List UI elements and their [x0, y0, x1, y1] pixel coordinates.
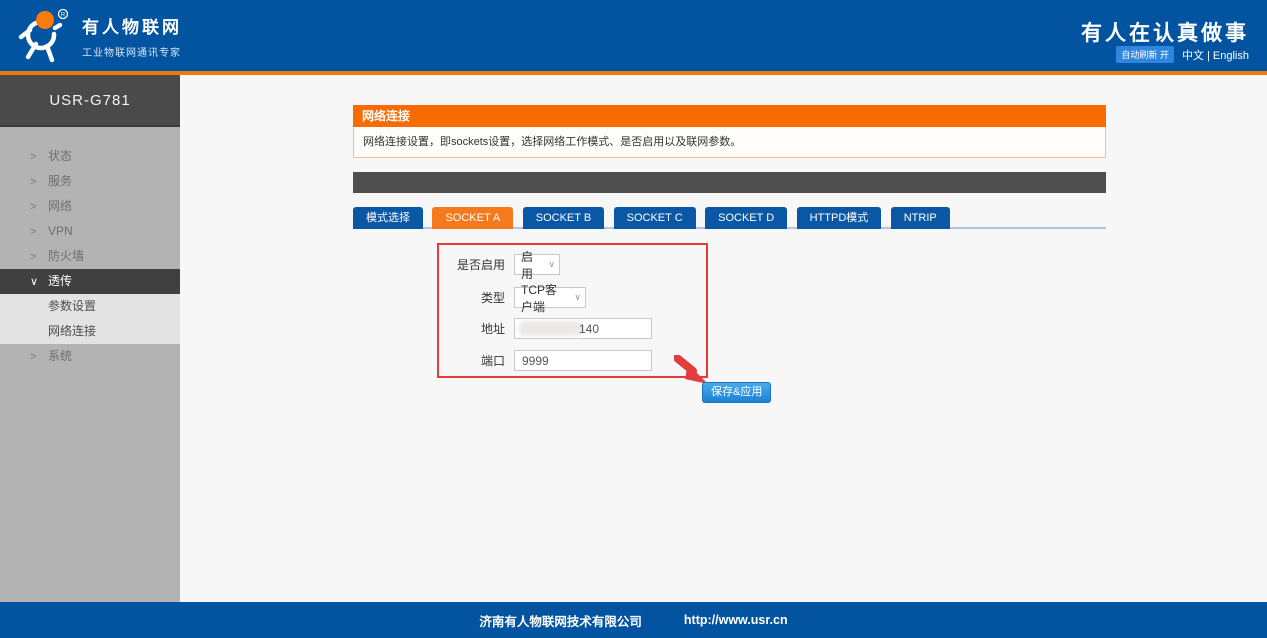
chevron-down-icon: ∨: [548, 259, 555, 270]
tab-socket-b[interactable]: SOCKET B: [523, 207, 604, 229]
sidebar-item-vpn[interactable]: >VPN: [0, 219, 180, 244]
chevron-right-icon: >: [30, 220, 48, 245]
port-field-wrap: [514, 350, 652, 371]
sidebar-item-firewall[interactable]: >防火墙: [0, 244, 180, 269]
chevron-down-icon: ∨: [30, 270, 48, 295]
page-description: 网络连接设置，即sockets设置，选择网络工作模式、是否启用以及联网参数。: [353, 127, 1106, 158]
sidebar-item-parameter-settings[interactable]: 参数设置: [0, 294, 180, 319]
port-input[interactable]: [515, 351, 651, 370]
logo-title: 有人物联网: [82, 13, 182, 38]
tab-httpd-mode[interactable]: HTTPD模式: [797, 207, 882, 229]
svg-text:R: R: [61, 13, 66, 19]
sidebar-item-system[interactable]: >系统: [0, 344, 180, 369]
footer-url: http://www.usr.cn: [684, 613, 788, 627]
address-label: 地址: [439, 320, 505, 337]
tab-mode-select[interactable]: 模式选择: [353, 207, 423, 229]
sidebar-item-status[interactable]: >状态: [0, 144, 180, 169]
chevron-right-icon: >: [30, 245, 48, 270]
page-title: 网络连接: [353, 105, 1106, 127]
logo-subtitle: 工业物联网通讯专家: [82, 44, 182, 59]
sidebar-item-transparent-transmission[interactable]: ∨透传: [0, 269, 180, 294]
chevron-right-icon: >: [30, 195, 48, 220]
sidebar: USR-G781 >状态 >服务 >网络 >VPN >防火墙 ∨透传 参数设置 …: [0, 75, 180, 602]
footer: 济南有人物联网技术有限公司 http://www.usr.cn: [0, 602, 1267, 638]
socket-tabs: 模式选择 SOCKET A SOCKET B SOCKET C SOCKET D…: [353, 207, 1106, 229]
footer-company: 济南有人物联网技术有限公司: [479, 611, 642, 630]
address-field[interactable]: 140: [514, 318, 652, 339]
chevron-right-icon: >: [30, 145, 48, 170]
header-accent-strip: [0, 71, 1267, 75]
chevron-right-icon: >: [30, 345, 48, 370]
port-label: 端口: [439, 352, 505, 369]
chevron-right-icon: >: [30, 170, 48, 195]
toolbar-bar: [353, 172, 1106, 193]
device-name: USR-G781: [0, 75, 180, 127]
tab-ntrip[interactable]: NTRIP: [891, 207, 950, 229]
usr-logo-icon: R: [14, 6, 72, 66]
blur-mask: [518, 321, 584, 336]
top-header: R 有人物联网 工业物联网通讯专家 有人在认真做事 自动刷新 开 中文 | En…: [0, 0, 1267, 71]
logo: R 有人物联网 工业物联网通讯专家: [14, 6, 182, 66]
tab-socket-c[interactable]: SOCKET C: [614, 207, 696, 229]
tab-socket-a[interactable]: SOCKET A: [432, 207, 513, 229]
sidebar-menu: >状态 >服务 >网络 >VPN >防火墙 ∨透传 参数设置 网络连接 >系统: [0, 127, 180, 369]
sidebar-item-network[interactable]: >网络: [0, 194, 180, 219]
annotation-rectangle: 是否启用 启用 ∨ 类型 TCP客户端 ∨ 地址 140 端口: [437, 243, 708, 378]
type-label: 类型: [439, 289, 505, 306]
tab-socket-d[interactable]: SOCKET D: [705, 207, 787, 229]
enable-select[interactable]: 启用 ∨: [514, 254, 560, 275]
header-slogan: 有人在认真做事: [1081, 17, 1249, 47]
chevron-down-icon: ∨: [574, 292, 581, 303]
save-apply-button[interactable]: 保存&应用: [702, 382, 771, 403]
type-select[interactable]: TCP客户端 ∨: [514, 287, 586, 308]
language-switch[interactable]: 中文 | English: [1182, 47, 1249, 63]
enable-label: 是否启用: [439, 256, 505, 273]
auto-refresh-toggle[interactable]: 自动刷新 开: [1116, 46, 1174, 63]
sidebar-item-network-connection[interactable]: 网络连接: [0, 319, 180, 344]
sidebar-item-services[interactable]: >服务: [0, 169, 180, 194]
